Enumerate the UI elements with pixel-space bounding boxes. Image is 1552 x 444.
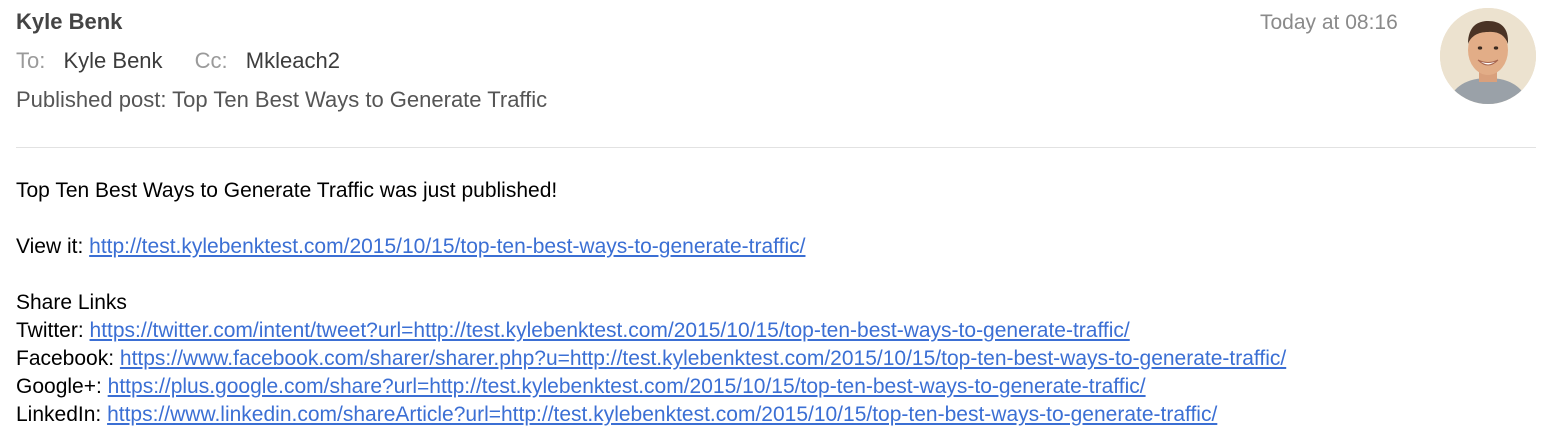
email-header: Kyle Benk Today at 08:16 To: Kyle Benk C…: [0, 0, 1552, 148]
share-row-linkedin: LinkedIn: https://www.linkedin.com/share…: [16, 401, 1546, 429]
share-label-twitter: Twitter:: [16, 319, 84, 342]
view-link[interactable]: http://test.kylebenktest.com/2015/10/15/…: [89, 235, 805, 258]
cc-label: Cc:: [194, 48, 228, 73]
email-body: Top Ten Best Ways to Generate Traffic wa…: [16, 177, 1546, 429]
email-subject: Published post: Top Ten Best Ways to Gen…: [16, 87, 548, 112]
linkedin-share-link[interactable]: https://www.linkedin.com/shareArticle?ur…: [107, 403, 1217, 426]
timestamp: Today at 08:16: [1260, 11, 1398, 34]
view-line: View it: http://test.kylebenktest.com/20…: [16, 233, 1546, 261]
share-row-twitter: Twitter: https://twitter.com/intent/twee…: [16, 317, 1546, 345]
email-message: Kyle Benk Today at 08:16 To: Kyle Benk C…: [0, 0, 1552, 444]
intro-text: Top Ten Best Ways to Generate Traffic wa…: [16, 179, 558, 202]
share-heading: Share Links: [16, 291, 127, 314]
share-label-google: Google+:: [16, 375, 102, 398]
avatar-photo: [1440, 8, 1536, 104]
share-row-google: Google+: https://plus.google.com/share?u…: [16, 373, 1546, 401]
recipients-line: To: Kyle Benk Cc: Mkleach2: [16, 48, 340, 74]
twitter-share-link[interactable]: https://twitter.com/intent/tweet?url=htt…: [90, 319, 1130, 342]
share-label-linkedin: LinkedIn:: [16, 403, 102, 426]
share-label-facebook: Facebook:: [16, 347, 115, 370]
to-label: To:: [16, 48, 46, 73]
view-label: View it:: [16, 235, 84, 258]
to-recipient[interactable]: Kyle Benk: [63, 48, 162, 73]
google-share-link[interactable]: https://plus.google.com/share?url=http:/…: [108, 375, 1146, 398]
share-row-facebook: Facebook: https://www.facebook.com/share…: [16, 345, 1546, 373]
facebook-share-link[interactable]: https://www.facebook.com/sharer/sharer.p…: [120, 347, 1286, 370]
avatar: [1440, 8, 1536, 104]
header-divider: [16, 147, 1536, 148]
sender-name[interactable]: Kyle Benk: [16, 9, 122, 35]
cc-recipient[interactable]: Mkleach2: [246, 48, 340, 73]
